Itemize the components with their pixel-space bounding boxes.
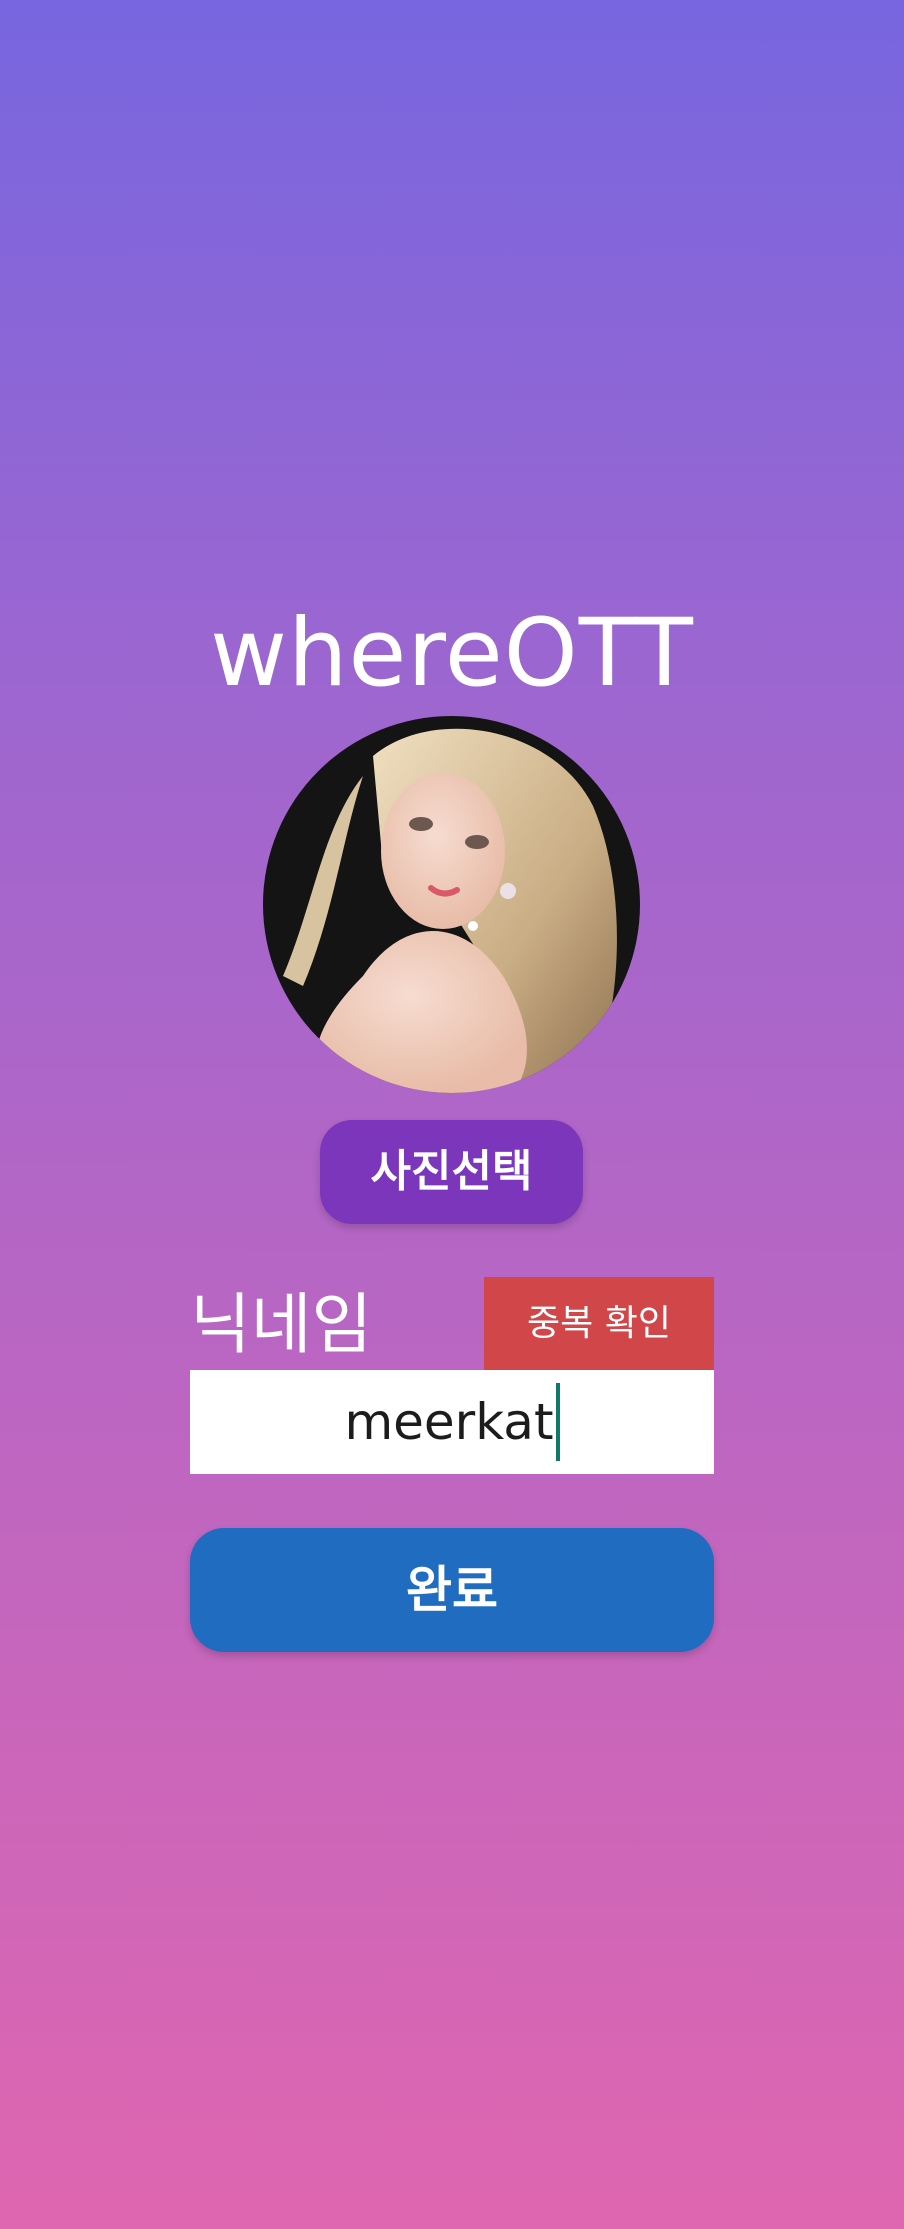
app-title: whereOTT bbox=[210, 599, 694, 708]
nickname-input[interactable]: meerkat bbox=[190, 1370, 714, 1474]
complete-button[interactable]: 완료 bbox=[190, 1528, 714, 1652]
nickname-input-value: meerkat bbox=[344, 1393, 554, 1451]
duplicate-check-button[interactable]: 중복 확인 bbox=[484, 1277, 714, 1370]
avatar-image bbox=[263, 716, 640, 1093]
nickname-label: 닉네임 bbox=[190, 1286, 373, 1363]
signup-screen: whereOTT 사진선택 닉네임 중복 확인 meerkat 완료 bbox=[0, 0, 904, 2229]
profile-avatar bbox=[263, 716, 640, 1093]
text-caret bbox=[555, 1383, 560, 1461]
select-photo-button[interactable]: 사진선택 bbox=[320, 1120, 583, 1224]
